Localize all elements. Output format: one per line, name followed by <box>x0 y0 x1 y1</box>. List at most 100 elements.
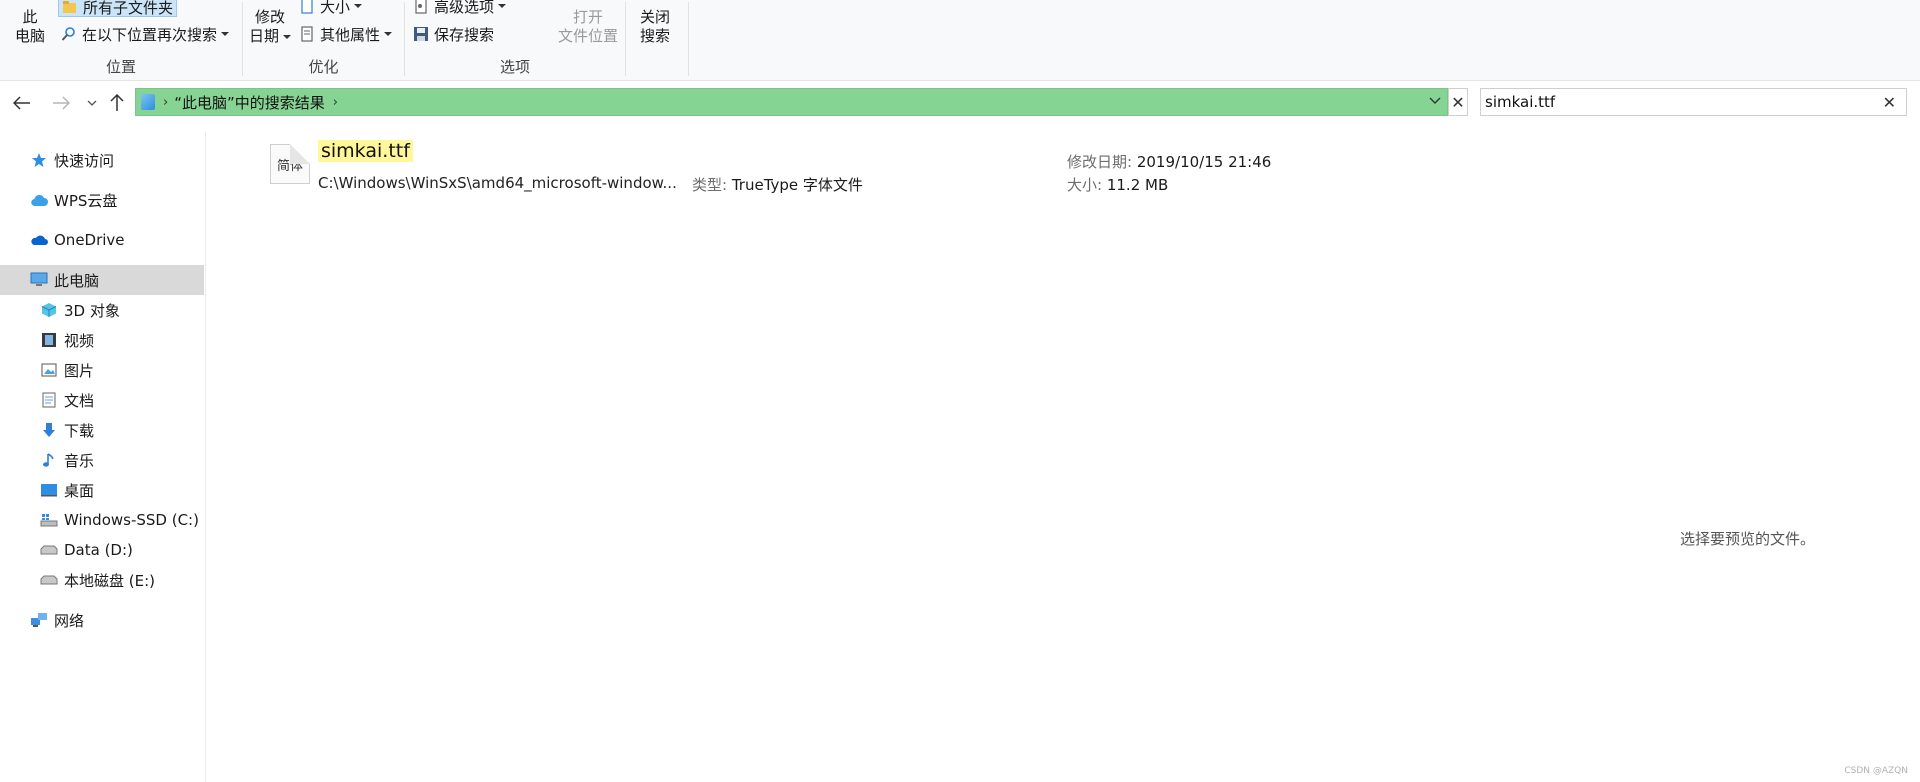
sidebar-item-downloads[interactable]: 下载 <box>0 415 204 445</box>
breadcrumb[interactable]: “此电脑”中的搜索结果 <box>174 92 325 113</box>
size-label: 大小 <box>320 0 351 16</box>
sidebar-item-label: 图片 <box>64 361 95 380</box>
save-search-button[interactable]: 保存搜索 <box>413 23 494 45</box>
all-subfolders-label: 所有子文件夹 <box>83 0 174 17</box>
forward-button[interactable] <box>49 91 73 115</box>
size-value: 11.2 MB <box>1106 176 1169 194</box>
options-group-label: 选项 <box>499 58 530 76</box>
folder-search-icon <box>62 0 78 15</box>
sidebar-item-drive-e[interactable]: 本地磁盘 (E:) <box>0 565 204 595</box>
other-properties-button[interactable]: 其他属性 <box>299 23 393 45</box>
drive-windows-icon <box>40 511 58 529</box>
sidebar-item-wps-cloud[interactable]: WPS云盘 <box>0 185 204 215</box>
search-box[interactable]: ✕ <box>1480 88 1907 116</box>
date-modified-label-2: 日期 <box>249 27 280 45</box>
sidebar-item-label: 网络 <box>54 611 85 630</box>
address-dropdown-icon[interactable] <box>1429 93 1441 109</box>
date-modified-label-2-wrap: 日期 <box>249 27 292 46</box>
advanced-options-button[interactable]: 高级选项 <box>413 0 507 17</box>
save-search-label: 保存搜索 <box>434 25 495 44</box>
open-location-label-2: 文件位置 <box>557 27 618 45</box>
up-button[interactable] <box>105 91 129 115</box>
sidebar-item-music[interactable]: 音乐 <box>0 445 204 475</box>
file-size: 大小: 11.2 MB <box>1067 174 1168 195</box>
search-results-icon <box>141 94 155 110</box>
results-pane: 简体 simkai.ttf C:\Windows\WinSxS\amd64_mi… <box>207 132 1920 782</box>
this-pc-label-1: 此 <box>22 8 38 26</box>
document-icon <box>40 391 58 409</box>
save-icon <box>413 26 429 42</box>
chevron-down-icon <box>498 4 507 8</box>
back-button[interactable] <box>10 91 34 115</box>
file-type: 类型: TrueType 字体文件 <box>692 174 863 195</box>
close-search-label-1: 关闭 <box>639 8 670 26</box>
size-icon <box>299 0 315 14</box>
up-arrow-icon <box>110 94 124 111</box>
cube-icon <box>40 301 58 319</box>
sidebar-item-desktop[interactable]: 桌面 <box>0 475 204 505</box>
options-group: 高级选项 保存搜索 打开 文件位置 选项 <box>405 0 625 81</box>
sidebar-item-this-pc[interactable]: 此电脑 <box>0 265 204 295</box>
navigation-bar: › “此电脑”中的搜索结果 › ✕ ✕ <box>0 85 1920 121</box>
sidebar-item-label: Data (D:) <box>64 541 133 559</box>
search-input[interactable] <box>1481 90 1861 114</box>
ribbon-separator <box>688 2 689 76</box>
sidebar-item-label: 此电脑 <box>54 271 100 290</box>
sidebar-item-label: Windows-SSD (C:) <box>64 511 199 529</box>
picture-icon <box>40 361 58 379</box>
cloud-icon <box>30 191 48 209</box>
recent-locations-button[interactable] <box>80 91 104 115</box>
forward-arrow-icon <box>53 96 70 110</box>
sidebar-item-label: WPS云盘 <box>54 191 118 210</box>
chevron-right-icon[interactable]: › <box>333 95 338 110</box>
this-pc-label-2: 电脑 <box>14 27 45 45</box>
sidebar-item-documents[interactable]: 文档 <box>0 385 204 415</box>
sidebar-item-network[interactable]: 网络 <box>0 605 204 635</box>
this-pc-button[interactable]: 此 电脑 <box>12 8 48 46</box>
location-group-label: 位置 <box>105 58 136 76</box>
chevron-down-icon <box>384 32 393 36</box>
refine-group-label: 优化 <box>308 58 339 76</box>
advanced-options-icon <box>413 0 429 14</box>
size-button[interactable]: 大小 <box>299 0 363 17</box>
other-properties-label: 其他属性 <box>320 25 381 44</box>
search-again-icon <box>61 26 77 42</box>
network-icon <box>30 611 48 629</box>
search-again-label: 在以下位置再次搜索 <box>82 25 218 44</box>
sidebar-item-3d-objects[interactable]: 3D 对象 <box>0 295 204 325</box>
film-icon <box>40 331 58 349</box>
all-subfolders-button[interactable]: 所有子文件夹 <box>58 0 178 18</box>
modified-value: 2019/10/15 21:46 <box>1136 153 1272 171</box>
download-icon <box>40 421 58 439</box>
watermark: CSDN @AZQN <box>1844 766 1908 776</box>
file-type-value: TrueType 字体文件 <box>731 176 863 194</box>
back-arrow-icon <box>13 96 30 110</box>
sidebar-item-pictures[interactable]: 图片 <box>0 355 204 385</box>
sidebar-item-onedrive[interactable]: OneDrive <box>0 225 204 255</box>
font-file-icon-text: 简体 <box>276 158 303 174</box>
close-search-button[interactable]: 关闭 搜索 <box>634 8 676 46</box>
date-modified-button[interactable]: 修改 日期 <box>249 8 292 46</box>
sidebar-item-quick-access[interactable]: 快速访问 <box>0 145 204 175</box>
open-file-location-button[interactable]: 打开 文件位置 <box>553 8 623 46</box>
close-group: 关闭 搜索 <box>626 0 688 81</box>
search-again-button[interactable]: 在以下位置再次搜索 <box>61 23 230 45</box>
search-result-item[interactable]: 简体 simkai.ttf C:\Windows\WinSxS\amd64_mi… <box>270 140 1272 195</box>
sidebar-item-label: 3D 对象 <box>64 301 120 320</box>
desktop-icon <box>40 481 58 499</box>
sidebar-item-videos[interactable]: 视频 <box>0 325 204 355</box>
sidebar-item-drive-c[interactable]: Windows-SSD (C:) <box>0 505 204 535</box>
sidebar-item-label: OneDrive <box>54 231 125 249</box>
sidebar-item-label: 音乐 <box>64 451 95 470</box>
address-bar[interactable]: › “此电脑”中的搜索结果 › <box>135 88 1448 116</box>
chevron-down-icon <box>354 4 363 8</box>
close-icon[interactable]: ✕ <box>1448 88 1468 116</box>
file-name: simkai.ttf <box>318 140 413 162</box>
sidebar-item-drive-d[interactable]: Data (D:) <box>0 535 204 565</box>
clear-search-icon[interactable]: ✕ <box>1883 93 1896 112</box>
refine-group: 修改 日期 大小 其他属性 优化 <box>243 0 404 81</box>
file-path: C:\Windows\WinSxS\amd64_microsoft-window… <box>318 174 677 192</box>
sidebar-item-label: 快速访问 <box>54 151 115 170</box>
size-key: 大小: <box>1067 176 1103 194</box>
properties-icon <box>299 26 315 42</box>
